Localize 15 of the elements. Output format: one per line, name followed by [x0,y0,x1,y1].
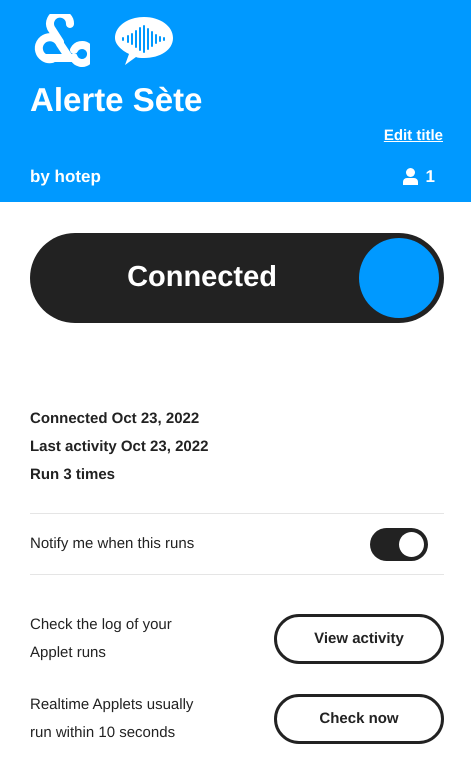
stat-line: Last activity Oct 23, 2022 [30,437,210,457]
author-name: by hotep [30,166,101,188]
action-button[interactable]: Check now [274,694,444,744]
stat-line: Connected Oct 23, 2022 [30,409,200,429]
voice-message-icon [114,14,174,66]
connection-toggle[interactable]: Connected [30,233,444,323]
action-description: Check the log of your Applet runs [30,615,173,663]
notify-toggle[interactable] [370,528,428,560]
notify-label: Notify me when this runs [30,534,194,554]
user-icon [402,168,418,186]
action-button[interactable]: View activity [274,614,444,664]
action-description: Realtime Applets usually run within 10 seconds [30,695,194,743]
user-count: 1 [426,166,435,188]
applet-title: Alerte Sète [30,83,204,116]
stat-line: Run 3 times [30,465,116,485]
